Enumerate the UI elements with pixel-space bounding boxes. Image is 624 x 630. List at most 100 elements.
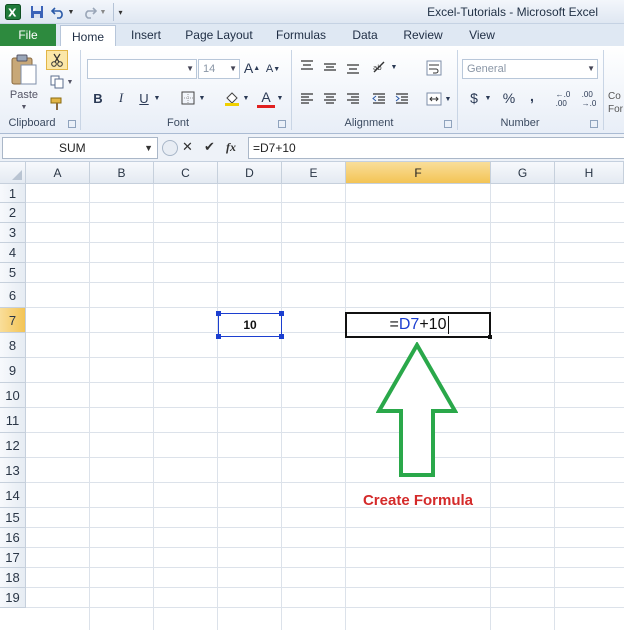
underline-button[interactable]: U — [135, 88, 153, 108]
row-header-11[interactable]: 11 — [0, 408, 26, 433]
font-name-combo[interactable]: ▼ — [87, 59, 197, 79]
underline-dropdown-icon[interactable]: ▼ — [153, 90, 161, 106]
selection-handle[interactable] — [216, 334, 221, 339]
row-header-12[interactable]: 12 — [0, 433, 26, 458]
decrease-decimal-button[interactable]: .00 →.0 — [578, 88, 600, 110]
row-header-1[interactable]: 1 — [0, 184, 26, 203]
shrink-font-icon[interactable]: A ▼ — [264, 60, 282, 78]
name-box[interactable]: SUM ▼ — [2, 137, 158, 159]
align-right-icon[interactable] — [344, 90, 362, 108]
fill-handle[interactable] — [488, 335, 492, 339]
cell-d7[interactable]: 10 — [218, 313, 282, 337]
row-header-5[interactable]: 5 — [0, 263, 26, 283]
wrap-text-icon[interactable] — [424, 58, 444, 78]
number-format-dropdown-icon[interactable]: ▼ — [587, 60, 595, 78]
borders-icon[interactable] — [178, 88, 198, 108]
row-header-18[interactable]: 18 — [0, 568, 26, 588]
paste-icon[interactable] — [8, 52, 40, 88]
number-format-combo[interactable]: General ▼ — [462, 59, 598, 79]
column-header-f[interactable]: F — [346, 162, 491, 184]
clipboard-launcher-icon[interactable] — [68, 120, 76, 128]
font-color-icon[interactable]: A — [257, 88, 275, 108]
insert-function-icon[interactable]: fx — [226, 140, 236, 155]
copy-dropdown-icon[interactable]: ▼ — [66, 76, 74, 88]
font-launcher-icon[interactable] — [278, 120, 286, 128]
selection-handle[interactable] — [279, 311, 284, 316]
font-color-dropdown-icon[interactable]: ▼ — [276, 90, 284, 106]
row-header-6[interactable]: 6 — [0, 283, 26, 308]
currency-dropdown-icon[interactable]: ▼ — [484, 91, 492, 105]
paste-dropdown-icon[interactable]: ▼ — [18, 102, 30, 112]
row-header-7[interactable]: 7 — [0, 308, 26, 333]
align-center-icon[interactable] — [321, 90, 339, 108]
column-header-c[interactable]: C — [154, 162, 218, 184]
row-header-16[interactable]: 16 — [0, 528, 26, 548]
font-size-combo[interactable]: 14 ▼ — [198, 59, 240, 79]
selection-handle[interactable] — [279, 334, 284, 339]
align-top-icon[interactable] — [298, 58, 316, 76]
row-header-14[interactable]: 14 — [0, 483, 26, 508]
column-header-h[interactable]: H — [555, 162, 624, 184]
tab-file[interactable]: File — [0, 24, 56, 46]
percent-button[interactable]: % — [500, 88, 518, 108]
orientation-dropdown-icon[interactable]: ▼ — [390, 60, 398, 74]
formula-input[interactable]: =D7+10 — [248, 137, 624, 159]
cell-f7-editing[interactable]: = D7 +10 — [345, 312, 491, 338]
tab-insert[interactable]: Insert — [124, 24, 168, 46]
row-header-3[interactable]: 3 — [0, 223, 26, 243]
fill-color-icon[interactable] — [222, 88, 242, 108]
tab-data[interactable]: Data — [344, 24, 386, 46]
borders-dropdown-icon[interactable]: ▼ — [198, 90, 206, 106]
column-header-a[interactable]: A — [26, 162, 90, 184]
currency-button[interactable]: $ — [466, 88, 482, 108]
cut-icon[interactable] — [46, 50, 68, 70]
alignment-launcher-icon[interactable] — [444, 120, 452, 128]
font-size-dropdown-icon[interactable]: ▼ — [229, 60, 237, 78]
tab-view[interactable]: View — [460, 24, 504, 46]
align-middle-icon[interactable] — [321, 58, 339, 76]
copy-icon[interactable] — [48, 74, 66, 90]
column-header-g[interactable]: G — [491, 162, 555, 184]
column-header-d[interactable]: D — [218, 162, 282, 184]
decrease-indent-icon[interactable] — [370, 90, 388, 108]
tab-review[interactable]: Review — [398, 24, 448, 46]
tab-home[interactable]: Home — [60, 25, 116, 47]
row-header-15[interactable]: 15 — [0, 508, 26, 528]
row-header-19[interactable]: 19 — [0, 588, 26, 608]
name-box-dropdown-icon[interactable]: ▼ — [144, 138, 153, 158]
row-header-17[interactable]: 17 — [0, 548, 26, 568]
increase-decimal-button[interactable]: ←.0 .00 — [552, 88, 574, 110]
row-header-13[interactable]: 13 — [0, 458, 26, 483]
formula-cell-reference: D7 — [398, 316, 420, 333]
align-left-icon[interactable] — [298, 90, 316, 108]
conditional-formatting-partial-label[interactable]: Co For — [608, 88, 624, 118]
increase-indent-icon[interactable] — [393, 90, 411, 108]
paste-label[interactable]: Paste — [4, 88, 44, 102]
tab-page-layout[interactable]: Page Layout — [180, 24, 258, 46]
select-all-corner[interactable] — [0, 162, 26, 184]
align-bottom-icon[interactable] — [344, 58, 362, 76]
font-name-dropdown-icon[interactable]: ▼ — [186, 60, 194, 78]
format-painter-icon[interactable] — [48, 96, 66, 112]
column-header-e[interactable]: E — [282, 162, 346, 184]
merge-center-icon[interactable] — [424, 90, 444, 108]
number-launcher-icon[interactable] — [590, 120, 598, 128]
tab-formulas[interactable]: Formulas — [270, 24, 332, 46]
italic-button[interactable]: I — [112, 88, 130, 108]
row-header-9[interactable]: 9 — [0, 358, 26, 383]
comma-button[interactable]: , — [526, 86, 538, 106]
fill-color-dropdown-icon[interactable]: ▼ — [242, 90, 250, 106]
merge-dropdown-icon[interactable]: ▼ — [444, 92, 452, 106]
grow-font-icon[interactable]: A ▲ — [243, 58, 261, 78]
orientation-icon[interactable]: ab — [370, 58, 390, 76]
column-header-b[interactable]: B — [90, 162, 154, 184]
row-header-10[interactable]: 10 — [0, 383, 26, 408]
worksheet-grid[interactable]: ABCDEFGH 1 2 3 4 5 6 7 8 9 10 11 12 13 14 15 16 17 18 19 1… — [0, 162, 624, 630]
row-header-4[interactable]: 4 — [0, 243, 26, 263]
row-header-2[interactable]: 2 — [0, 203, 26, 223]
enter-icon[interactable]: ✔ — [204, 139, 215, 155]
bold-button[interactable]: B — [89, 88, 107, 108]
row-header-8[interactable]: 8 — [0, 333, 26, 358]
selection-handle[interactable] — [216, 311, 221, 316]
cancel-icon[interactable]: ✕ — [182, 139, 193, 155]
